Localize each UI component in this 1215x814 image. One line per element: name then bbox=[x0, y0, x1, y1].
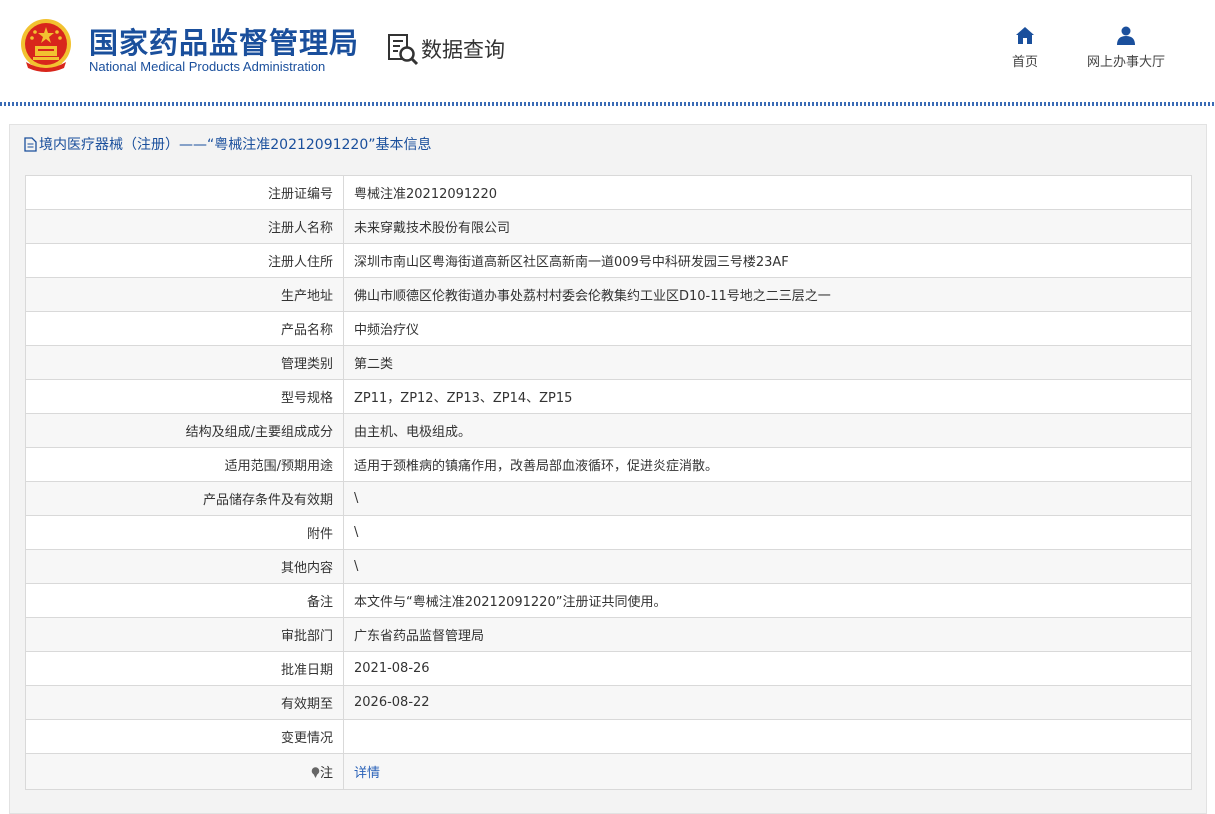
org-name-en: National Medical Products Administration bbox=[89, 59, 326, 74]
details-link[interactable]: 详情 bbox=[354, 766, 380, 781]
registration-info-table: 注册证编号 粤械注准20212091220 注册人名称 未来穿戴技术股份有限公司 注… bbox=[25, 175, 1192, 790]
nav-online-hall-link[interactable]: 网上办事大厅 bbox=[1078, 26, 1174, 70]
row-label: 变更情况 bbox=[25, 719, 344, 754]
org-name-cn: 国家药品监督管理局 bbox=[89, 26, 360, 60]
table-row: 注册人名称 未来穿戴技术股份有限公司 bbox=[25, 209, 1192, 244]
row-label: 适用范围/预期用途 bbox=[25, 447, 344, 482]
table-row: 管理类别 第二类 bbox=[25, 345, 1192, 380]
header-divider bbox=[0, 102, 1215, 106]
detail-panel: 境内医疗器械（注册）——“粤械注准20212091220”基本信息 注册证编号粤… bbox=[9, 124, 1207, 814]
table-row: 生产地址 佛山市顺德区伦教街道办事处荔村村委会伦教集约工业区D10-11号地之二三… bbox=[25, 277, 1192, 312]
table-row: 产品储存条件及有效期 \ bbox=[25, 481, 1192, 516]
table-row: 审批部门 广东省药品监督管理局 bbox=[25, 617, 1192, 652]
table-row-note: 注 详情 bbox=[25, 753, 1192, 790]
note-value-cell: 详情 bbox=[343, 753, 1192, 790]
row-value: 第二类 bbox=[343, 345, 1192, 380]
row-label: 型号规格 bbox=[25, 379, 344, 414]
table-row: 型号规格 ZP11，ZP12、ZP13、ZP14、ZP15 bbox=[25, 379, 1192, 414]
data-query-section: 数据查询 bbox=[387, 32, 505, 66]
table-row: 结构及组成/主要组成成分 由主机、电极组成。 bbox=[25, 413, 1192, 448]
row-value: 2021-08-26 bbox=[343, 651, 1192, 686]
row-value: \ bbox=[343, 549, 1192, 584]
table-row: 注册人住所 深圳市南山区粤海街道高新区社区高新南一道009号中科研发园三号楼23A… bbox=[25, 243, 1192, 278]
row-label: 产品储存条件及有效期 bbox=[25, 481, 344, 516]
table-row: 变更情况 bbox=[25, 719, 1192, 754]
panel-title: 境内医疗器械（注册）——“粤械注准20212091220”基本信息 bbox=[24, 134, 431, 154]
user-icon bbox=[1117, 26, 1135, 45]
row-value: 广东省药品监督管理局 bbox=[343, 617, 1192, 652]
row-label: 结构及组成/主要组成成分 bbox=[25, 413, 344, 448]
row-label: 其他内容 bbox=[25, 549, 344, 584]
site-header: 国家药品监督管理局 National Medical Products Admi… bbox=[0, 0, 1215, 102]
row-value: 2026-08-22 bbox=[343, 685, 1192, 720]
row-label: 有效期至 bbox=[25, 685, 344, 720]
table-row: 批准日期 2021-08-26 bbox=[25, 651, 1192, 686]
row-label: 注册人住所 bbox=[25, 243, 344, 278]
row-label: 批准日期 bbox=[25, 651, 344, 686]
table-row: 注册证编号 粤械注准20212091220 bbox=[25, 175, 1192, 210]
row-value: 适用于颈椎病的镇痛作用，改善局部血液循环，促进炎症消散。 bbox=[343, 447, 1192, 482]
national-emblem-icon bbox=[21, 19, 71, 72]
note-label-cell: 注 bbox=[25, 753, 344, 790]
table-row: 产品名称 中频治疗仪 bbox=[25, 311, 1192, 346]
row-label: 审批部门 bbox=[25, 617, 344, 652]
nav-home-label: 首页 bbox=[1011, 55, 1038, 70]
row-label: 注册人名称 bbox=[25, 209, 344, 244]
nav-home-link[interactable]: 首页 bbox=[1006, 26, 1044, 70]
row-value: 未来穿戴技术股份有限公司 bbox=[343, 209, 1192, 244]
document-search-icon bbox=[388, 34, 419, 66]
table-row: 其他内容 \ bbox=[25, 549, 1192, 584]
row-label: 附件 bbox=[25, 515, 344, 550]
row-value: 深圳市南山区粤海街道高新区社区高新南一道009号中科研发园三号楼23AF bbox=[343, 243, 1192, 278]
data-query-title: 数据查询 bbox=[421, 38, 505, 62]
table-row: 备注 本文件与“粤械注准20212091220”注册证共同使用。 bbox=[25, 583, 1192, 618]
row-value: 本文件与“粤械注准20212091220”注册证共同使用。 bbox=[343, 583, 1192, 618]
nav-online-hall-label: 网上办事大厅 bbox=[1086, 55, 1165, 70]
home-icon bbox=[1016, 27, 1034, 44]
row-value: 由主机、电极组成。 bbox=[343, 413, 1192, 448]
row-value: \ bbox=[343, 515, 1192, 550]
row-value bbox=[343, 719, 1192, 754]
row-label: 备注 bbox=[25, 583, 344, 618]
table-row: 有效期至 2026-08-22 bbox=[25, 685, 1192, 720]
note-label: 注 bbox=[319, 766, 333, 781]
row-label: 生产地址 bbox=[25, 277, 344, 312]
row-label: 注册证编号 bbox=[25, 175, 344, 210]
document-icon bbox=[24, 136, 37, 152]
table-row: 适用范围/预期用途 适用于颈椎病的镇痛作用，改善局部血液循环，促进炎症消散。 bbox=[25, 447, 1192, 482]
row-value: 佛山市顺德区伦教街道办事处荔村村委会伦教集约工业区D10-11号地之二三层之一 bbox=[343, 277, 1192, 312]
pin-icon bbox=[311, 767, 320, 778]
row-value: ZP11，ZP12、ZP13、ZP14、ZP15 bbox=[343, 379, 1192, 414]
row-value: \ bbox=[343, 481, 1192, 516]
row-label: 产品名称 bbox=[25, 311, 344, 346]
panel-title-text: 境内医疗器械（注册）——“粤械注准20212091220”基本信息 bbox=[39, 137, 432, 153]
row-label: 管理类别 bbox=[25, 345, 344, 380]
row-value: 中频治疗仪 bbox=[343, 311, 1192, 346]
row-value: 粤械注准20212091220 bbox=[343, 175, 1192, 210]
table-row: 附件 \ bbox=[25, 515, 1192, 550]
